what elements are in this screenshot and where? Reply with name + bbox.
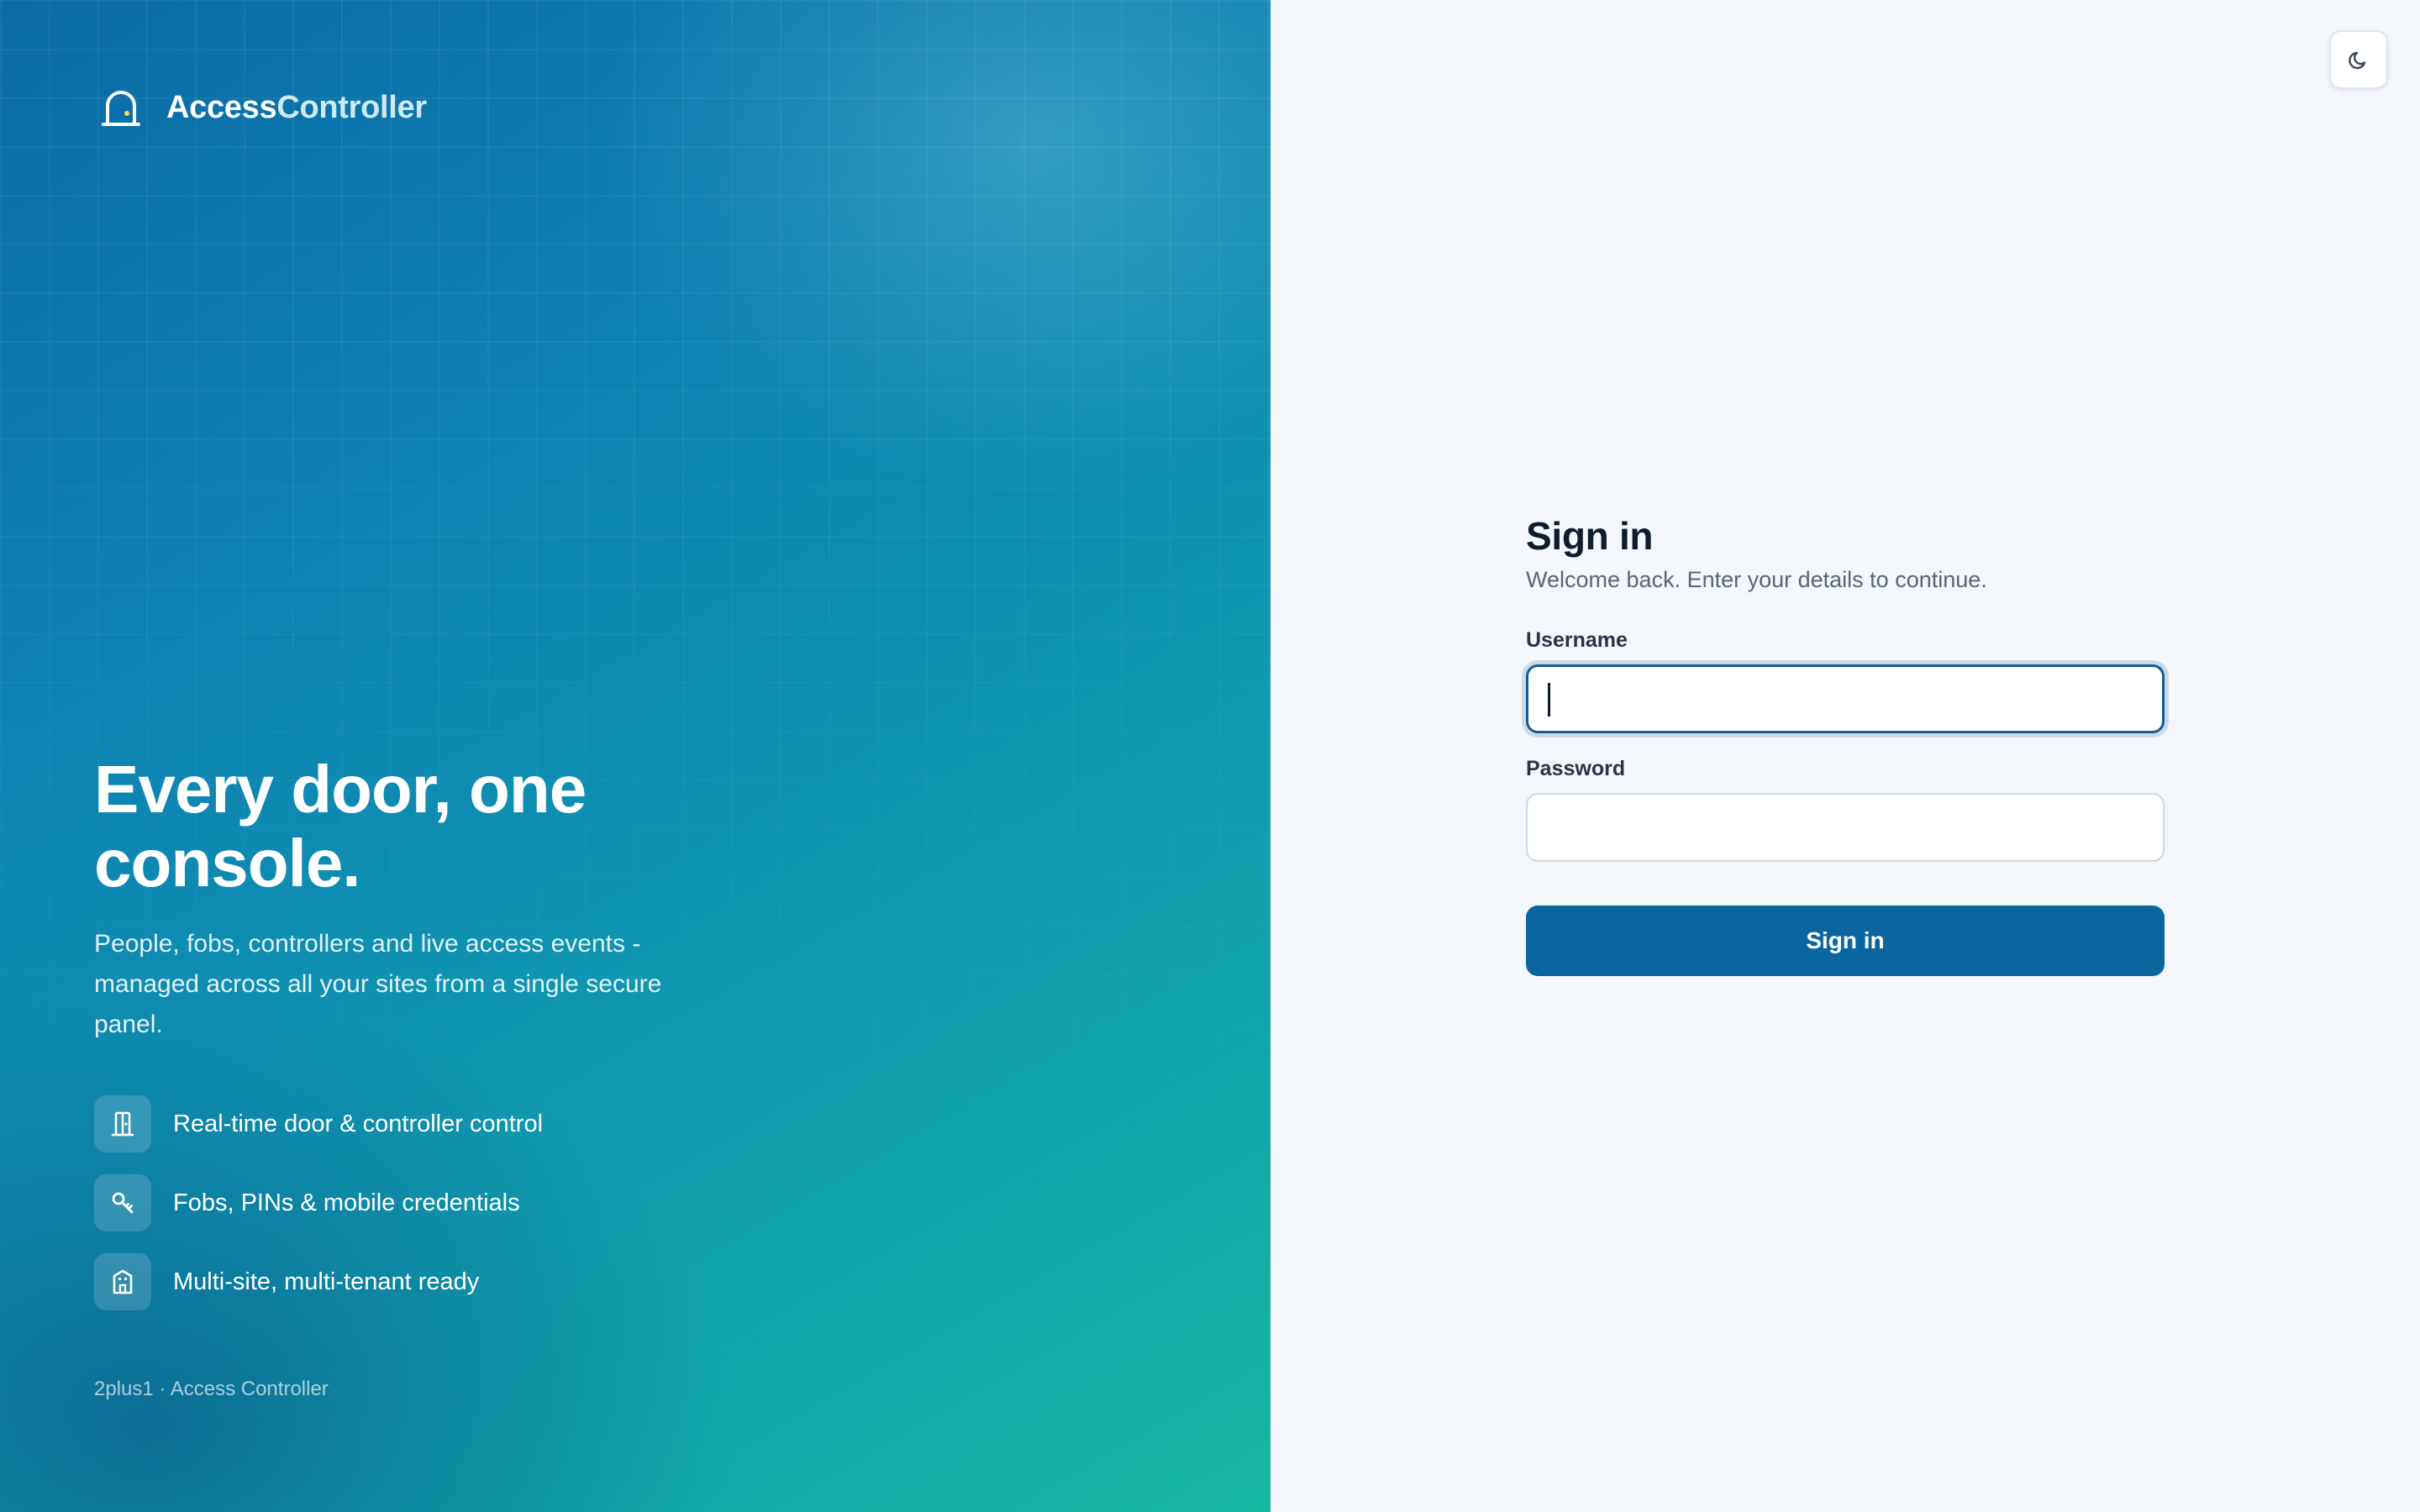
username-input-wrap bbox=[1526, 664, 2165, 733]
brand-name: AccessController bbox=[166, 90, 427, 126]
feature-label: Fobs, PINs & mobile credentials bbox=[173, 1189, 520, 1216]
signin-form: Sign in Welcome back. Enter your details… bbox=[1526, 512, 2165, 976]
brand-name-part1: Access bbox=[166, 89, 277, 125]
password-input[interactable] bbox=[1526, 793, 2165, 862]
feature-label: Real-time door & controller control bbox=[173, 1110, 544, 1137]
username-input[interactable] bbox=[1526, 664, 2165, 733]
building-icon bbox=[113, 1269, 133, 1294]
password-label: Password bbox=[1526, 757, 1626, 780]
feature-item: Real-time door & controller control bbox=[94, 1095, 733, 1152]
text-caret bbox=[1548, 683, 1550, 717]
username-label: Username bbox=[1526, 628, 1628, 652]
password-field-group: Password bbox=[1526, 757, 2165, 862]
feature-icon-tile bbox=[94, 1095, 151, 1152]
signin-title: Sign in bbox=[1526, 514, 1654, 558]
door-arch-icon bbox=[102, 91, 140, 126]
hero-headline: Every door, one console. bbox=[94, 752, 587, 900]
hero-tagline: People, fobs, controllers and live acces… bbox=[94, 930, 662, 1038]
moon-icon bbox=[2349, 51, 2366, 70]
theme-toggle-button[interactable] bbox=[2329, 30, 2388, 89]
hero-panel: AccessController Every door, one console… bbox=[0, 0, 1270, 1512]
feature-icon-tile bbox=[94, 1253, 151, 1310]
brand: AccessController bbox=[99, 84, 427, 131]
door-icon bbox=[111, 1111, 134, 1137]
username-field-group: Username bbox=[1526, 628, 2165, 733]
brand-name-part2: Controller bbox=[276, 89, 427, 125]
hero-content: Every door, one console. People, fobs, c… bbox=[94, 753, 733, 1310]
feature-label: Multi-site, multi-tenant ready bbox=[173, 1268, 480, 1295]
feature-item: Multi-site, multi-tenant ready bbox=[94, 1253, 733, 1310]
feature-icon-tile bbox=[94, 1174, 151, 1231]
feature-list: Real-time door & controller control Fobs… bbox=[94, 1095, 733, 1310]
feature-item: Fobs, PINs & mobile credentials bbox=[94, 1174, 733, 1231]
key-icon bbox=[112, 1192, 134, 1214]
signin-button[interactable]: Sign in bbox=[1526, 906, 2165, 976]
footer-note: 2plus1 · Access Controller bbox=[94, 1378, 329, 1400]
signin-subtitle: Welcome back. Enter your details to cont… bbox=[1526, 567, 1987, 592]
